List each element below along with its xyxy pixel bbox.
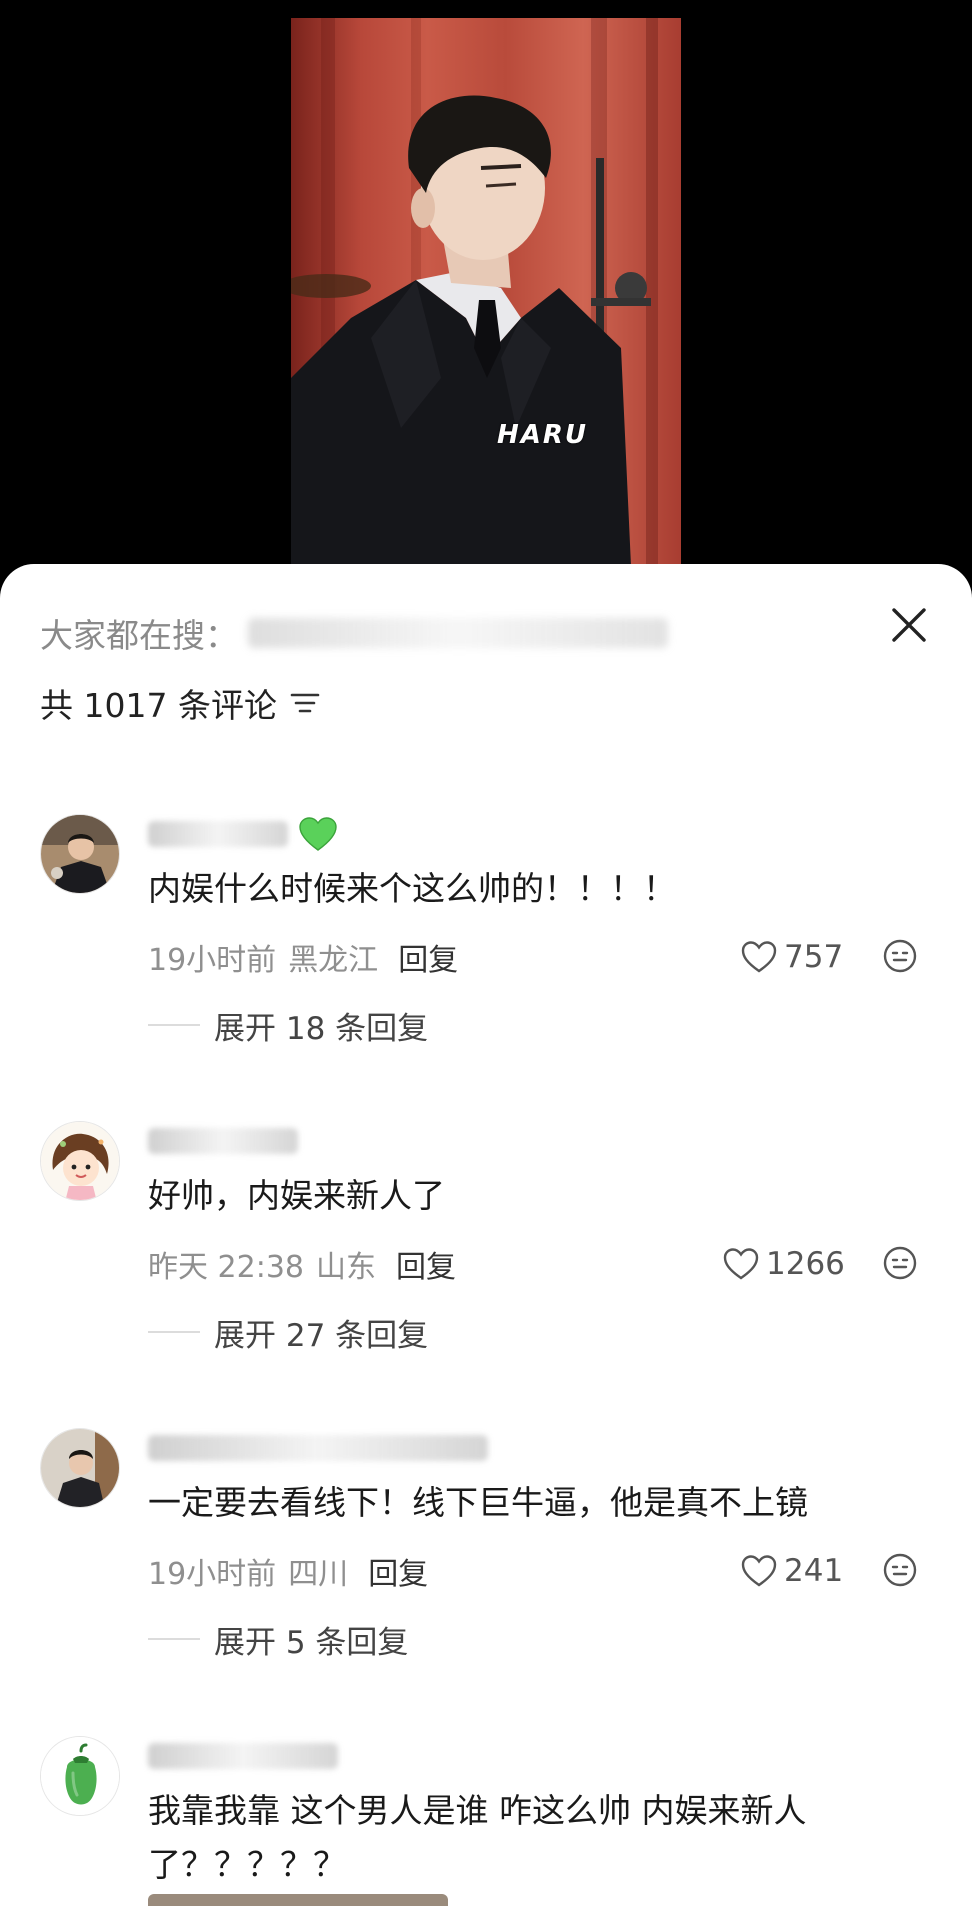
emoji-icon[interactable] bbox=[882, 938, 918, 974]
trending-search-label: 大家都在搜： bbox=[40, 616, 238, 655]
comment-count: 共 1017 条评论 bbox=[40, 686, 277, 725]
avatar[interactable] bbox=[40, 1121, 120, 1201]
comment-meta: 19小时前 黑龙江 回复 bbox=[148, 934, 458, 980]
reply-button[interactable]: 回复 bbox=[398, 935, 458, 979]
username-redacted[interactable] bbox=[148, 816, 338, 852]
like-button[interactable]: 241 bbox=[740, 1548, 843, 1594]
avatar-cartoon bbox=[41, 1122, 119, 1200]
expand-replies-label: 展开 27 条回复 bbox=[214, 1317, 429, 1354]
reply-button[interactable]: 回复 bbox=[396, 1242, 456, 1286]
username-redacted[interactable] bbox=[148, 1738, 338, 1774]
username-blur bbox=[148, 1128, 298, 1154]
like-button[interactable]: 1266 bbox=[722, 1241, 845, 1287]
comment-text: 我靠我靠 这个男人是谁 咋这么帅 内娱来新人了？？？？？ bbox=[148, 1791, 807, 1884]
comment-meta: 19小时前 四川 回复 bbox=[148, 1548, 428, 1594]
comment-time: 昨天 22:38 bbox=[148, 1250, 304, 1285]
like-count: 241 bbox=[784, 1553, 844, 1589]
comment-text: 好帅，内娱来新人了 bbox=[148, 1176, 445, 1215]
comment-image-preview[interactable] bbox=[148, 1894, 448, 1906]
avatar[interactable] bbox=[40, 814, 120, 894]
heart-outline-icon bbox=[741, 1555, 777, 1587]
emoji-icon[interactable] bbox=[882, 1245, 918, 1281]
username-blur bbox=[148, 821, 288, 847]
expand-replies-label: 展开 5 条回复 bbox=[214, 1624, 409, 1661]
video-watermark: HARU bbox=[497, 420, 589, 450]
sort-icon[interactable] bbox=[289, 691, 321, 715]
expand-replies-label: 展开 18 条回复 bbox=[214, 1010, 429, 1047]
comment-location: 四川 bbox=[288, 1557, 349, 1592]
like-count: 757 bbox=[784, 939, 844, 975]
comment-location: 山东 bbox=[316, 1250, 376, 1285]
like-button[interactable]: 757 bbox=[740, 934, 843, 980]
username-blur bbox=[148, 1743, 338, 1769]
username-redacted[interactable] bbox=[148, 1123, 298, 1159]
close-icon[interactable] bbox=[886, 602, 932, 648]
expand-replies-button[interactable]: 展开 5 条回复 bbox=[148, 1616, 408, 1662]
heart-outline-icon bbox=[723, 1248, 759, 1280]
emoji-icon[interactable] bbox=[882, 1552, 918, 1588]
expand-replies-button[interactable]: 展开 27 条回复 bbox=[148, 1309, 428, 1355]
green-heart-emoji-icon bbox=[299, 817, 337, 851]
comment-text: 内娱什么时候来个这么帅的！！！！ bbox=[148, 869, 676, 908]
comment-count-row[interactable]: 共 1017 条评论 bbox=[40, 678, 321, 728]
expand-divider bbox=[148, 1638, 200, 1640]
expand-divider bbox=[148, 1024, 200, 1026]
video-frame[interactable]: HARU bbox=[291, 18, 681, 566]
username-redacted[interactable] bbox=[148, 1430, 488, 1466]
avatar-photo bbox=[41, 1429, 119, 1507]
trending-search-term-redacted[interactable] bbox=[248, 618, 668, 648]
expand-divider bbox=[148, 1331, 200, 1333]
comment-text: 一定要去看线下！线下巨牛逼，他是真不上镜 bbox=[148, 1483, 808, 1522]
avatar-photo bbox=[41, 815, 119, 893]
comment-location: 黑龙江 bbox=[288, 943, 379, 978]
trending-search-bar[interactable]: 大家都在搜： bbox=[40, 608, 668, 658]
comment-meta: 昨天 22:38 山东 回复 bbox=[148, 1241, 456, 1287]
comments-sheet: 大家都在搜： 共 1017 条评论 内娱什么时候来个这么帅的！！！！ 19小时前… bbox=[0, 564, 972, 1906]
avatar[interactable] bbox=[40, 1736, 120, 1816]
username-blur bbox=[148, 1435, 488, 1461]
pepper-avatar-icon bbox=[41, 1737, 119, 1815]
reply-button[interactable]: 回复 bbox=[368, 1549, 428, 1593]
expand-replies-button[interactable]: 展开 18 条回复 bbox=[148, 1002, 428, 1048]
comment-time: 19小时前 bbox=[148, 943, 277, 978]
comment-time: 19小时前 bbox=[148, 1557, 277, 1592]
like-count: 1266 bbox=[766, 1246, 845, 1282]
video-still bbox=[291, 18, 658, 566]
avatar[interactable] bbox=[40, 1428, 120, 1508]
heart-outline-icon bbox=[741, 941, 777, 973]
video-player[interactable]: HARU bbox=[0, 0, 972, 600]
